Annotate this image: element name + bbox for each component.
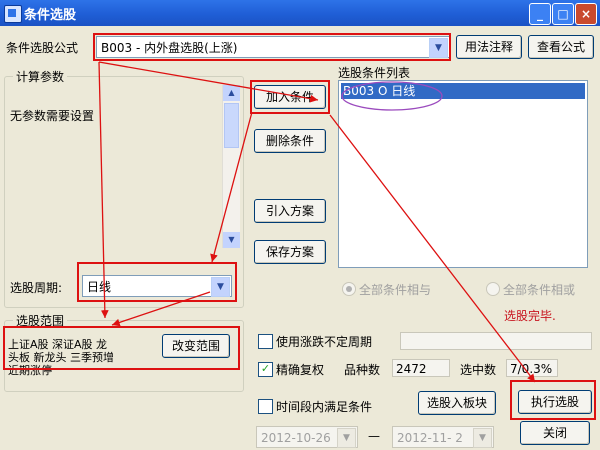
dialog-window: 条件选股 _ □ × 条件选股公式 B003 - 内外盘选股(上涨) ▼ 用法注… — [0, 0, 600, 450]
arrow-period-to-range — [111, 291, 211, 327]
arrow-formula-to-list — [98, 61, 319, 103]
arrow-add-to-period — [210, 111, 253, 263]
arrow-formula-to-range — [98, 61, 109, 319]
arrow-add-to-execute — [329, 114, 536, 383]
annotation-arrows — [98, 61, 536, 383]
list-item-oval — [341, 81, 443, 111]
